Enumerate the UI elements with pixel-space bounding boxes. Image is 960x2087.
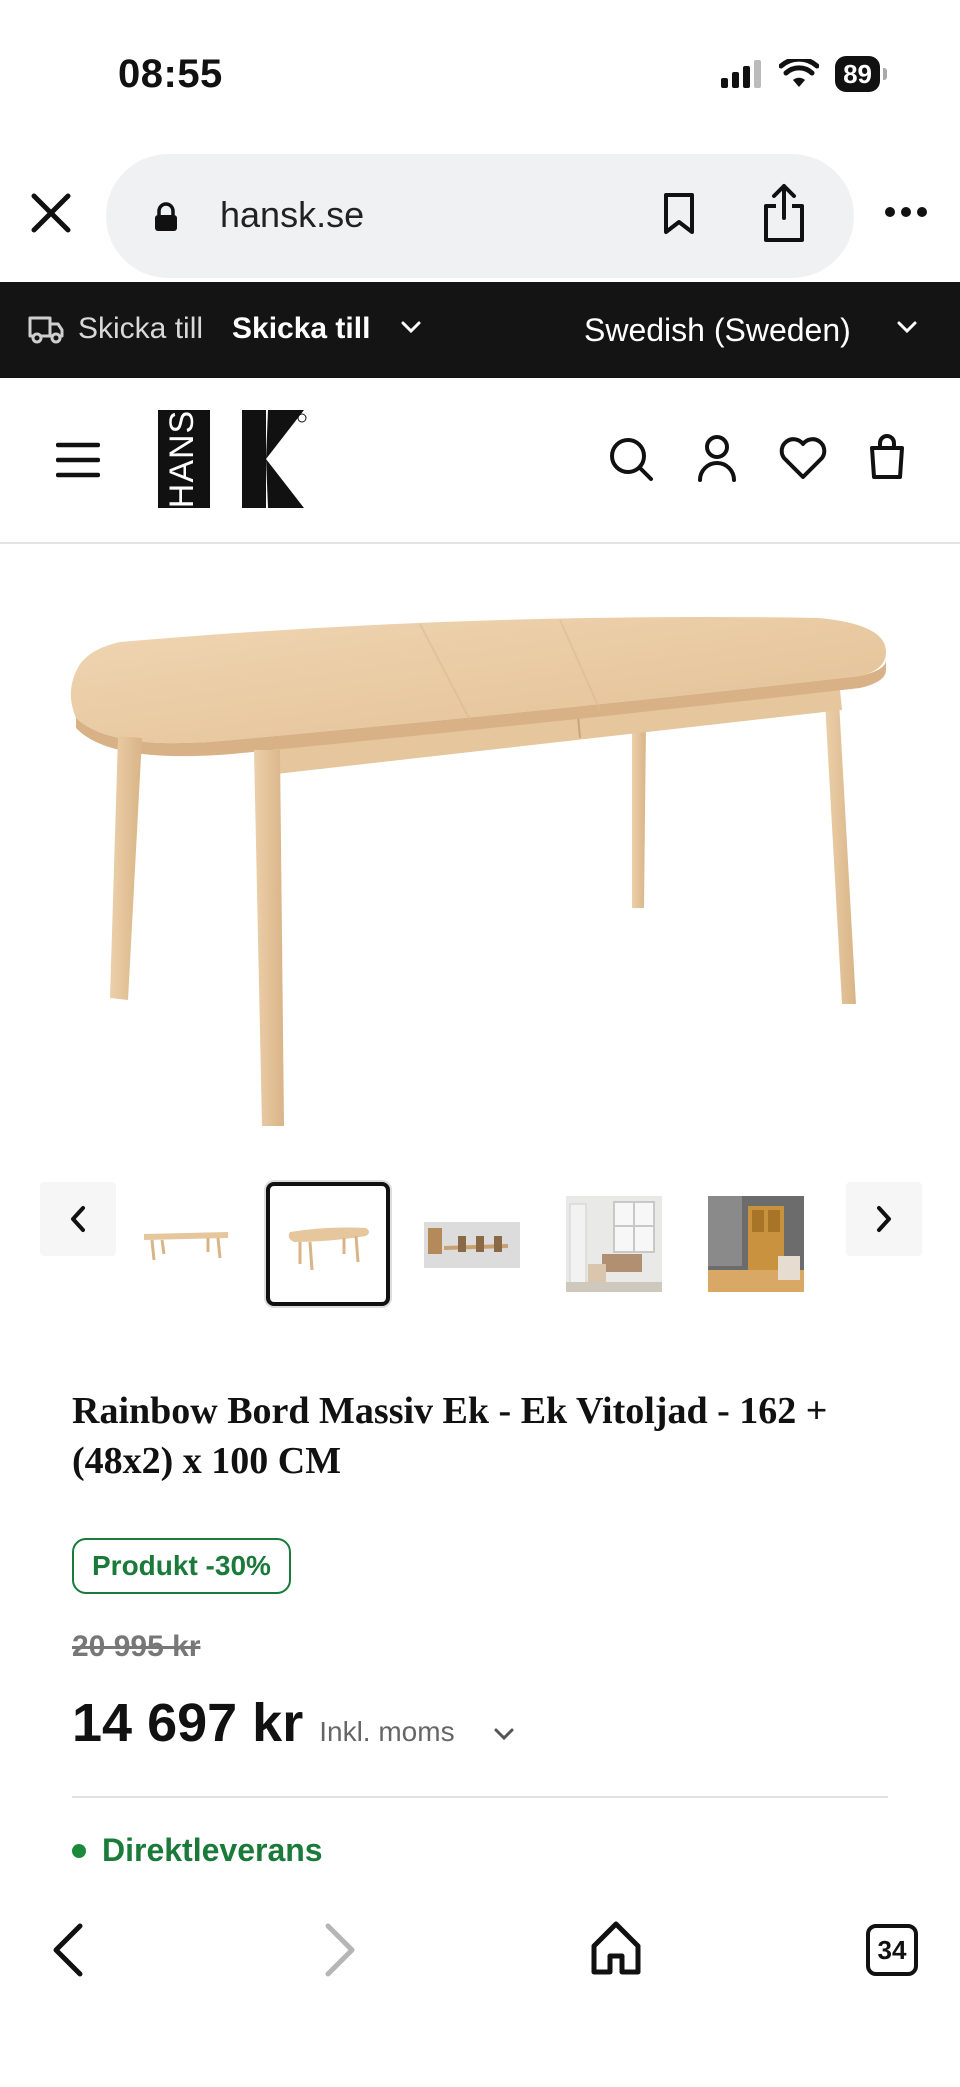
- status-time: 08:55: [118, 52, 223, 96]
- chevron-down-icon[interactable]: [493, 1727, 515, 1741]
- status-bar: 08:55 89: [0, 0, 960, 150]
- thumbnail-1[interactable]: [124, 1182, 248, 1306]
- chevron-down-icon[interactable]: [400, 320, 422, 334]
- browser-url-bar: hansk.se: [0, 150, 960, 280]
- language-selector[interactable]: Swedish (Sweden): [584, 312, 851, 349]
- ship-to-bar: Skicka till Skicka till Swedish (Sweden): [0, 282, 960, 378]
- chevron-left-icon: [71, 1206, 85, 1232]
- home-icon[interactable]: [590, 1920, 642, 1976]
- carousel-prev-button[interactable]: [40, 1182, 116, 1256]
- vat-toggle[interactable]: Inkl. moms: [319, 1716, 454, 1748]
- product-main-image[interactable]: [0, 560, 960, 1140]
- current-price: 14 697 kr: [72, 1693, 304, 1753]
- svg-text:HANS: HANS: [163, 410, 201, 508]
- share-icon[interactable]: [762, 182, 806, 244]
- thumbnail-image: [424, 1222, 520, 1268]
- more-icon[interactable]: [884, 206, 928, 218]
- address-bar[interactable]: hansk.se: [106, 154, 854, 278]
- menu-icon[interactable]: [56, 442, 100, 478]
- thumbnail-4[interactable]: [552, 1182, 676, 1306]
- thumbnail-2[interactable]: [266, 1182, 390, 1306]
- carousel-next-button[interactable]: [846, 1182, 922, 1256]
- product-title: Rainbow Bord Massiv Ek - Ek Vitoljad - 1…: [72, 1390, 828, 1482]
- status-indicators: 89: [721, 56, 887, 92]
- hans-k-logo[interactable]: HANS: [158, 410, 308, 508]
- thumbnail-carousel: [40, 1182, 922, 1306]
- delivery-status: Direktleverans: [72, 1832, 323, 1869]
- url-text: hansk.se: [220, 194, 365, 235]
- lock-icon: [155, 202, 177, 231]
- bookmark-icon[interactable]: [662, 192, 696, 236]
- status-dot-icon: [72, 1843, 86, 1858]
- shopping-bag-icon[interactable]: [868, 434, 906, 480]
- site-header: HANS: [0, 378, 960, 544]
- ship-to-selector[interactable]: Skicka till: [232, 312, 370, 346]
- battery-indicator: 89: [835, 56, 887, 92]
- thumbnail-5[interactable]: [694, 1182, 818, 1306]
- search-icon[interactable]: [608, 436, 654, 482]
- chevron-right-icon: [877, 1206, 891, 1232]
- wifi-icon: [779, 59, 820, 87]
- forward-arrow-icon[interactable]: [320, 1922, 360, 1978]
- divider: [72, 1796, 888, 1798]
- thumbnail-image: [288, 1227, 369, 1271]
- close-icon[interactable]: [28, 190, 74, 236]
- original-price: 20 995 kr: [72, 1630, 201, 1663]
- thumbnail-image: [566, 1196, 662, 1292]
- ship-to-label: Skicka till: [78, 312, 204, 345]
- heart-icon[interactable]: [778, 436, 828, 480]
- thumbnail-3[interactable]: [410, 1182, 534, 1306]
- back-arrow-icon[interactable]: [48, 1922, 88, 1978]
- account-icon[interactable]: [696, 434, 738, 482]
- chevron-down-icon[interactable]: [896, 320, 918, 334]
- thumbnail-image: [144, 1232, 228, 1261]
- price-row: 14 697 kr Inkl. moms: [72, 1692, 515, 1754]
- discount-badge: Produkt -30%: [72, 1538, 291, 1594]
- truck-icon: [28, 316, 64, 344]
- signal-icon: [721, 60, 762, 88]
- delivery-text: Direktleverans: [102, 1832, 323, 1868]
- thumbnail-image: [708, 1196, 804, 1292]
- browser-bottom-toolbar: 34: [0, 1900, 960, 2087]
- tabs-button[interactable]: 34: [866, 1924, 918, 1976]
